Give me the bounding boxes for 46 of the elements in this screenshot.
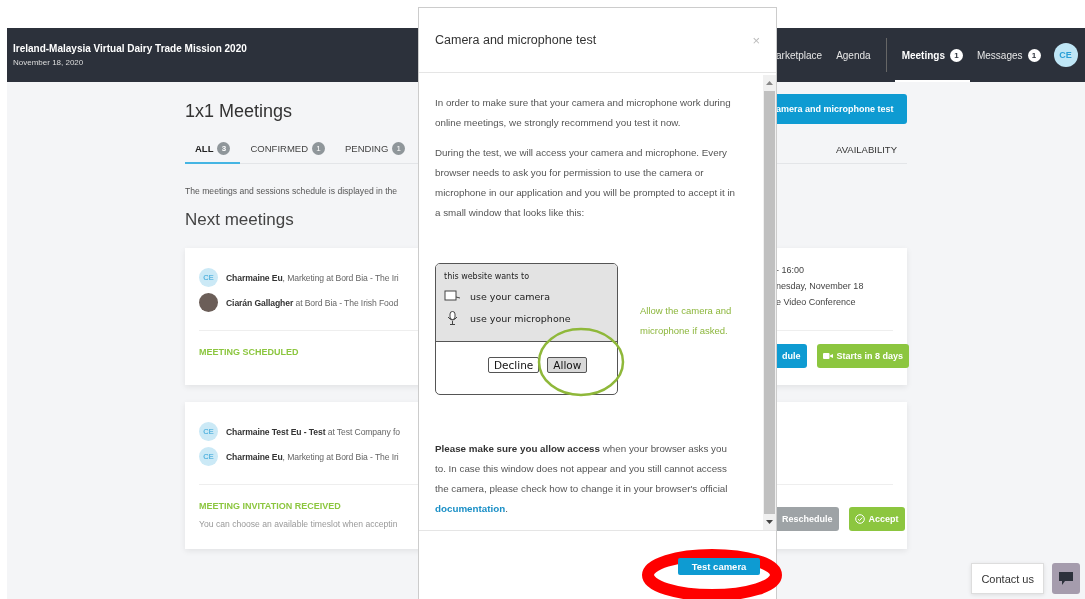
- count-badge: 1: [949, 48, 963, 62]
- nav-link[interactable]: Agenda: [829, 28, 878, 82]
- availability-tab[interactable]: AVAILABILITY: [836, 144, 897, 155]
- event-date: November 18, 2020: [13, 58, 85, 67]
- page-title: 1x1 Meetings: [185, 101, 294, 123]
- scrollbar[interactable]: [763, 75, 776, 530]
- nav-label: Meetings: [901, 49, 945, 61]
- event-title: Ireland-Malaysia Virtual Dairy Trade Mission 2020: [13, 43, 248, 54]
- participant-name: Ciarán Gallagher at Bord Bia - The Irish Food: [226, 297, 399, 308]
- nav-link[interactable]: Messages 1: [969, 28, 1048, 82]
- participant-name: Charmaine Test Eu - Test at Test Company fo: [226, 426, 400, 437]
- meeting-note: You can choose an available timeslot when acceptin: [199, 518, 399, 531]
- chat-bubble-icon: [1058, 571, 1074, 586]
- prompt-text: this website wants to: [444, 272, 531, 281]
- participant-name: Charmaine Eu, Marketing at Bord Bia - The Iri: [226, 451, 399, 462]
- participant-name: Charmaine Eu, Marketing at Bord Bia - The Iri: [226, 272, 399, 283]
- allow-hint: Allow the camera and microphone if asked.: [640, 304, 733, 338]
- count-badge: 1: [392, 142, 406, 155]
- check-circle-icon: [854, 514, 865, 524]
- dialog-paragraph: During the test, we will access your camera and microphone. Every browser needs to ask you for permission to use the camera or microphone in our application and you will be prompted to accept it in a small window that looks like this:: [435, 146, 737, 220]
- meeting-detail: - 16:00: [776, 265, 806, 275]
- camera-icon: [444, 289, 462, 303]
- chat-button[interactable]: [1052, 563, 1080, 594]
- contact-button[interactable]: Contact us: [971, 563, 1044, 594]
- meeting-status: MEETING INVITATION RECEIVED: [199, 500, 342, 511]
- count-badge: 3: [217, 142, 231, 155]
- meeting-status: MEETING SCHEDULED: [199, 346, 300, 357]
- schedule-description: The meetings and sessions schedule is displayed in the: [185, 186, 398, 196]
- meeting-detail: nesday, November 18: [776, 281, 865, 291]
- nav-label: Messages: [976, 49, 1023, 61]
- video-camera-icon: [822, 351, 833, 361]
- dialog-title: Camera and microphone test: [435, 33, 597, 47]
- count-badge: 1: [312, 142, 325, 155]
- filter-tab[interactable]: CONFIRMED 1: [240, 136, 335, 164]
- filter-tab[interactable]: PENDING 1: [335, 136, 416, 164]
- dialog-paragraph: In order to make sure that your camera and microphone work during online meetings, we strongly recommend you test it now.: [435, 96, 732, 130]
- access-note: Please make sure you allow access when your browser asks you to. In case this window does not appear and you still cannot access the camera, please check how to change it in your browser's official documentation.: [435, 442, 729, 516]
- count-badge: 1: [1027, 48, 1041, 62]
- filter-tab[interactable]: ALL 3: [185, 136, 241, 164]
- section-title: Next meetings: [185, 210, 294, 230]
- permission-label: use your camera: [470, 290, 551, 302]
- avatar-photo: [199, 293, 218, 312]
- nav-link[interactable]: Meetings 1: [894, 28, 970, 82]
- nav-link[interactable]: arketplace: [776, 28, 830, 82]
- permission-label: use your microphone: [470, 312, 571, 324]
- scroll-down-icon[interactable]: [766, 520, 773, 524]
